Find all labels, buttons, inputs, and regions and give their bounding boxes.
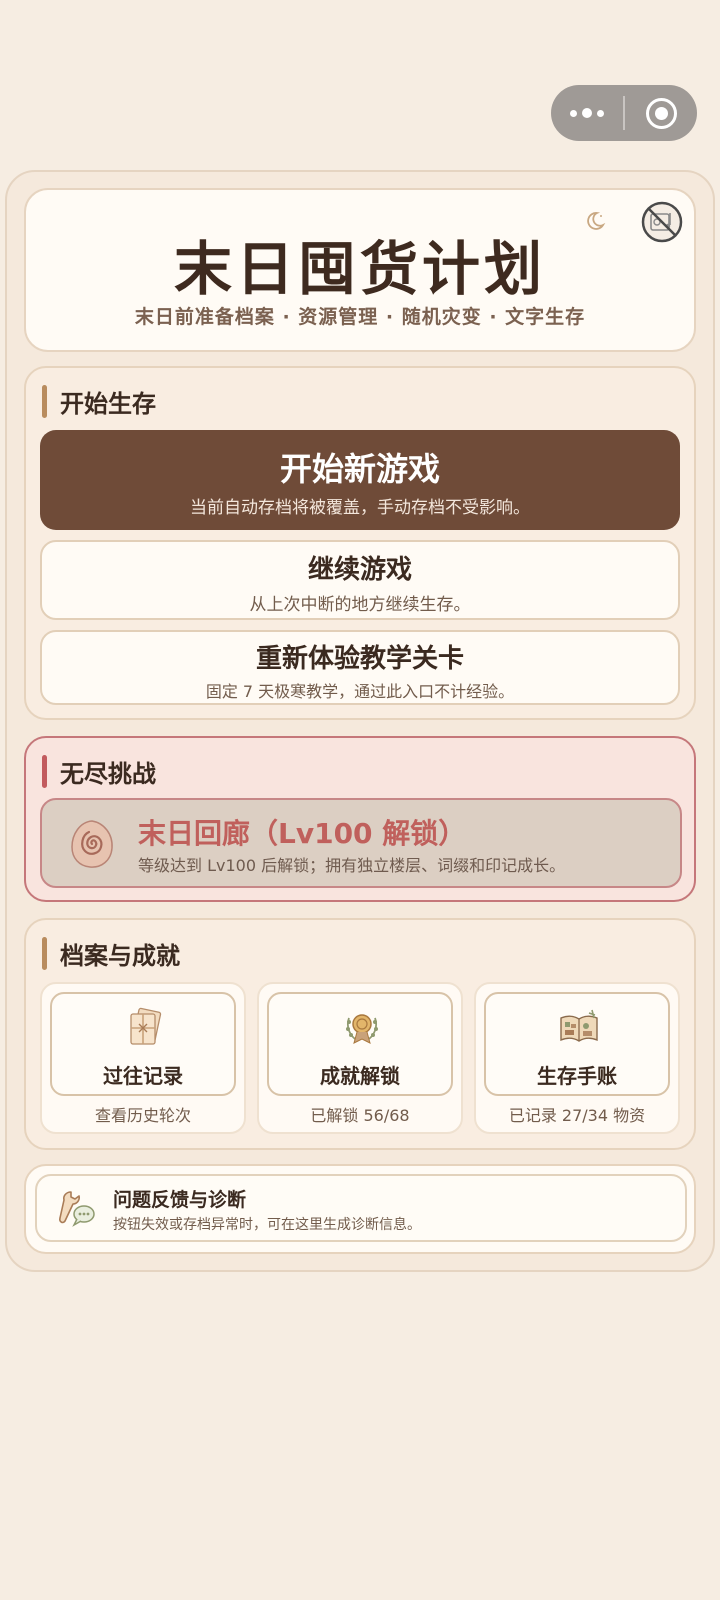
music-muted-icon[interactable]	[640, 200, 684, 244]
achievements-label: 成就解锁	[320, 1064, 400, 1088]
section-bar	[42, 754, 47, 788]
section-header: 开始生存	[42, 384, 156, 418]
survival-journal-label: 生存手账	[537, 1064, 617, 1088]
history-records-label: 过往记录	[103, 1064, 183, 1088]
new-game-label: 开始新游戏	[279, 450, 440, 488]
tutorial-label: 重新体验教学关卡	[255, 644, 464, 674]
doomsday-corridor-button[interactable]: 末日回廊（Lv100 解锁） 等级达到 Lv100 后解锁；拥有独立楼层、词缀和…	[40, 798, 682, 888]
corridor-desc: 等级达到 Lv100 后解锁；拥有独立楼层、词缀和印记成长。	[138, 856, 566, 875]
letters-icon	[130, 1007, 162, 1045]
achievements-card[interactable]: 成就解锁 已解锁 56/68	[257, 982, 463, 1134]
close-miniprogram-button[interactable]	[625, 85, 697, 141]
tutorial-button[interactable]: 重新体验教学关卡 固定 7 天极寒教学，通过此入口不计经验。	[40, 630, 680, 705]
target-icon	[645, 97, 677, 129]
endless-section: 无尽挑战 末日回廊（Lv100 解锁） 等级达到 Lv100 后解锁；拥有独立楼…	[24, 736, 696, 902]
page-title: 末日囤货计划	[173, 235, 546, 303]
survival-journal-sub: 已记录 27/34 物资	[508, 1106, 646, 1125]
start-section: 开始生存 开始新游戏 当前自动存档将被覆盖，手动存档不受影响。 继续游戏 从上次…	[24, 366, 696, 720]
continue-game-label: 继续游戏	[307, 555, 412, 585]
more-dot-icon	[597, 109, 604, 117]
page-subtitle: 末日前准备档案 · 资源管理 · 随机灾变 · 文字生存	[134, 306, 586, 328]
corridor-label: 末日回廊（Lv100 解锁）	[138, 817, 467, 850]
feedback-section: 问题反馈与诊断 按钮失效或存档异常时，可在这里生成诊断信息。	[24, 1164, 696, 1254]
new-game-desc: 当前自动存档将被覆盖，手动存档不受影响。	[190, 498, 530, 518]
ammonite-fossil-icon	[71, 820, 113, 868]
feedback-button[interactable]: 问题反馈与诊断 按钮失效或存档异常时，可在这里生成诊断信息。	[35, 1174, 687, 1242]
section-title: 档案与成就	[60, 941, 180, 970]
section-bar	[42, 936, 47, 970]
continue-game-desc: 从上次中断的地方继续生存。	[249, 595, 471, 615]
section-title: 无尽挑战	[60, 759, 156, 788]
journal-icon	[560, 1009, 598, 1042]
history-records-sub: 查看历史轮次	[94, 1106, 191, 1125]
section-header: 档案与成就	[42, 936, 180, 970]
tutorial-desc: 固定 7 天极寒教学，通过此入口不计经验。	[205, 682, 515, 701]
feedback-desc: 按钮失效或存档异常时，可在这里生成诊断信息。	[113, 1217, 421, 1233]
new-game-button[interactable]: 开始新游戏 当前自动存档将被覆盖，手动存档不受影响。	[40, 430, 680, 530]
medal-icon	[346, 1014, 378, 1044]
section-header: 无尽挑战	[42, 754, 156, 788]
wrench-chat-icon	[59, 1191, 95, 1227]
history-records-button[interactable]: 过往记录	[50, 992, 236, 1096]
continue-game-button[interactable]: 继续游戏 从上次中断的地方继续生存。	[40, 540, 680, 620]
achievements-sub: 已解锁 56/68	[310, 1106, 410, 1125]
achievements-button[interactable]: 成就解锁	[267, 992, 453, 1096]
feedback-label: 问题反馈与诊断	[113, 1189, 247, 1211]
section-bar	[42, 384, 47, 418]
miniprogram-capsule	[551, 85, 697, 141]
survival-journal-card[interactable]: 生存手账 已记录 27/34 物资	[474, 982, 680, 1134]
history-records-card[interactable]: 过往记录 查看历史轮次	[40, 982, 246, 1134]
more-options-button[interactable]	[551, 85, 623, 141]
moon-icon[interactable]	[584, 210, 606, 232]
survival-journal-button[interactable]: 生存手账	[484, 992, 670, 1096]
archive-section: 档案与成就 过往记录 查看历史轮次 成就解锁 已解锁 56/68 生存手账 已记…	[24, 918, 696, 1150]
more-dot-icon	[570, 109, 577, 117]
more-dot-icon	[582, 108, 592, 118]
section-title: 开始生存	[60, 389, 156, 418]
